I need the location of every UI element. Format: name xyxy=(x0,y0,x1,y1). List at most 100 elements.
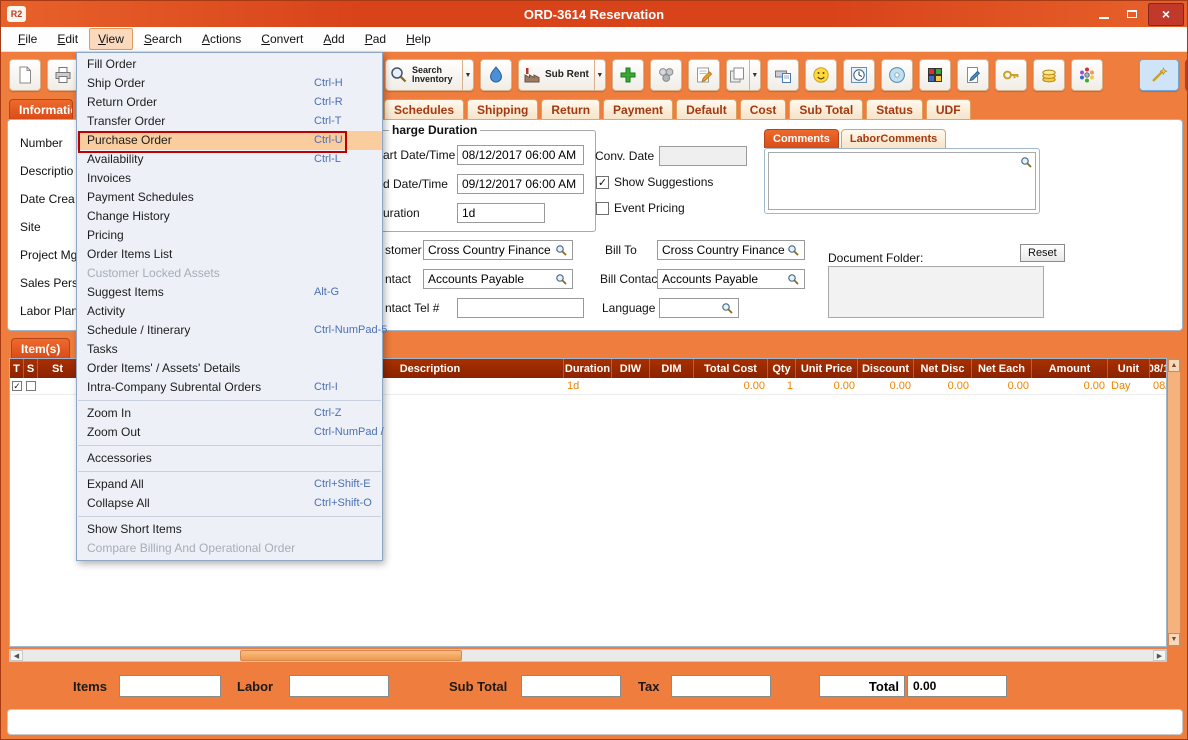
conv-date-input[interactable] xyxy=(659,146,747,166)
view-menu-item-tasks[interactable]: Tasks xyxy=(77,340,382,359)
app-icon[interactable]: R2 xyxy=(7,6,26,22)
document-folder-box[interactable] xyxy=(828,266,1044,318)
view-menu-item-fill-order[interactable]: Fill Order xyxy=(77,55,382,74)
menu-add[interactable]: Add xyxy=(314,28,353,50)
search-icon[interactable] xyxy=(554,243,568,257)
cell-duration[interactable]: 1d xyxy=(564,378,612,394)
title-bar[interactable]: R2 ORD-3614 Reservation × xyxy=(1,1,1187,27)
view-menu-item-intra-company-subrental-orders[interactable]: Intra-Company Subrental OrdersCtrl-I xyxy=(77,378,382,397)
toolbar-wand-button[interactable] xyxy=(1139,59,1179,91)
dropdown-arrow-icon[interactable]: ▼ xyxy=(462,60,473,90)
toolbar-sub-rent-button[interactable]: Sub Rent▼ xyxy=(518,59,606,91)
search-icon[interactable] xyxy=(786,243,800,257)
event-pricing-checkbox[interactable]: Event Pricing xyxy=(596,201,685,215)
toolbar-search-inventory-button[interactable]: Search Inventory▼ xyxy=(385,59,474,91)
maximize-button[interactable] xyxy=(1118,3,1146,25)
scroll-up-arrow[interactable]: ▲ xyxy=(1168,359,1180,372)
scroll-down-arrow[interactable]: ▼ xyxy=(1168,633,1180,646)
menu-pad[interactable]: Pad xyxy=(356,28,395,50)
tab-shipping[interactable]: Shipping xyxy=(467,99,538,119)
tab-status[interactable]: Status xyxy=(866,99,923,119)
search-icon[interactable] xyxy=(1019,155,1033,169)
customer-input[interactable]: Cross Country Finance xyxy=(423,240,573,260)
view-menu-item-activity[interactable]: Activity xyxy=(77,302,382,321)
view-menu-item-pricing[interactable]: Pricing xyxy=(77,226,382,245)
toolbar-new-document-button[interactable] xyxy=(9,59,41,91)
menu-actions[interactable]: Actions xyxy=(193,28,250,50)
cell-unit-price[interactable]: 0.00 xyxy=(796,378,858,394)
toolbar-edit-note-button[interactable] xyxy=(688,59,720,91)
toolbar-coins-button[interactable] xyxy=(1033,59,1065,91)
cell-net-disc[interactable]: 0.00 xyxy=(914,378,972,394)
view-menu-item-show-short-items[interactable]: Show Short Items xyxy=(77,520,382,539)
end-date-input[interactable]: 09/12/2017 06:00 AM xyxy=(457,174,584,194)
close-button[interactable]: × xyxy=(1148,3,1184,26)
menu-file[interactable]: File xyxy=(9,28,46,50)
tab-schedules[interactable]: Schedules xyxy=(384,99,464,119)
contact-tel-input[interactable] xyxy=(457,298,584,318)
tab-default[interactable]: Default xyxy=(676,99,737,119)
cell-qty[interactable]: 1 xyxy=(768,378,796,394)
toolbar-disc-button[interactable] xyxy=(881,59,913,91)
menu-convert[interactable]: Convert xyxy=(252,28,312,50)
minimize-button[interactable] xyxy=(1090,3,1118,25)
menu-view[interactable]: View xyxy=(89,28,133,50)
vertical-scrollbar[interactable]: ▲ ▼ xyxy=(1167,358,1181,647)
menu-search[interactable]: Search xyxy=(135,28,191,50)
tab-information[interactable]: Information xyxy=(9,99,73,119)
toolbar-print-button[interactable] xyxy=(47,59,79,91)
contact-input[interactable]: Accounts Payable xyxy=(423,269,573,289)
duration-input[interactable]: 1d xyxy=(457,203,545,223)
view-menu-item-ship-order[interactable]: Ship OrderCtrl-H xyxy=(77,74,382,93)
toolbar-time-clock-button[interactable] xyxy=(843,59,875,91)
tab-comments[interactable]: Comments xyxy=(764,129,839,148)
items-total-field[interactable] xyxy=(119,675,221,697)
view-menu-item-purchase-order[interactable]: Purchase OrderCtrl-U xyxy=(77,131,382,150)
reset-button[interactable]: Reset xyxy=(1020,244,1065,262)
view-menu-item-payment-schedules[interactable]: Payment Schedules xyxy=(77,188,382,207)
view-menu-item-return-order[interactable]: Return OrderCtrl-R xyxy=(77,93,382,112)
view-menu-item-suggest-items[interactable]: Suggest ItemsAlt-G xyxy=(77,283,382,302)
show-suggestions-checkbox[interactable]: Show Suggestions xyxy=(596,175,713,189)
checkbox-icon[interactable] xyxy=(596,202,609,215)
search-icon[interactable] xyxy=(554,272,568,286)
sub-total-field[interactable] xyxy=(521,675,621,697)
cell-amount[interactable]: 0.00 xyxy=(1032,378,1108,394)
toolbar-droplet-button[interactable] xyxy=(480,59,512,91)
dropdown-arrow-icon[interactable]: ▼ xyxy=(594,60,605,90)
view-menu-item-invoices[interactable]: Invoices xyxy=(77,169,382,188)
start-date-input[interactable]: 08/12/2017 06:00 AM xyxy=(457,145,584,165)
cell-total-cost[interactable]: 0.00 xyxy=(694,378,768,394)
total-field[interactable]: 0.00 xyxy=(907,675,1007,697)
comments-textarea[interactable] xyxy=(768,152,1036,210)
cell-dim[interactable] xyxy=(650,378,694,394)
checkbox-icon[interactable] xyxy=(596,176,609,189)
search-icon[interactable] xyxy=(720,301,734,315)
view-menu-item-transfer-order[interactable]: Transfer OrderCtrl-T xyxy=(77,112,382,131)
cell-unit[interactable]: Day xyxy=(1108,378,1150,394)
search-icon[interactable] xyxy=(786,272,800,286)
cell-net-each[interactable]: 0.00 xyxy=(972,378,1032,394)
scroll-right-arrow[interactable]: ▶ xyxy=(1153,650,1166,661)
language-input[interactable] xyxy=(659,298,739,318)
toolbar-smiley-button[interactable] xyxy=(805,59,837,91)
tab-items[interactable]: Item(s) xyxy=(11,338,70,358)
menu-edit[interactable]: Edit xyxy=(48,28,87,50)
menu-help[interactable]: Help xyxy=(397,28,440,50)
tab-udf[interactable]: UDF xyxy=(926,99,971,119)
toolbar-key-button[interactable] xyxy=(995,59,1027,91)
view-menu-item-order-items-assets-details[interactable]: Order Items' / Assets' Details xyxy=(77,359,382,378)
view-menu-item-accessories[interactable]: Accessories xyxy=(77,449,382,468)
view-menu-item-availability[interactable]: AvailabilityCtrl-L xyxy=(77,150,382,169)
toolbar-edit-document-button[interactable] xyxy=(957,59,989,91)
view-menu-item-zoom-in[interactable]: Zoom InCtrl-Z xyxy=(77,404,382,423)
dropdown-arrow-icon[interactable]: ▼ xyxy=(749,60,760,90)
toolbar-add-item-button[interactable] xyxy=(612,59,644,91)
labor-total-field[interactable] xyxy=(289,675,389,697)
cell-08-1[interactable]: 08/1 xyxy=(1150,378,1167,394)
tab-cost[interactable]: Cost xyxy=(740,99,787,119)
toolbar-copy-cards-button[interactable]: ▼ xyxy=(726,59,761,91)
tab-sub-total[interactable]: Sub Total xyxy=(789,99,863,119)
horizontal-scrollbar[interactable]: ◀ ▶ xyxy=(9,649,1167,662)
toolbar-color-gear-button[interactable] xyxy=(1071,59,1103,91)
